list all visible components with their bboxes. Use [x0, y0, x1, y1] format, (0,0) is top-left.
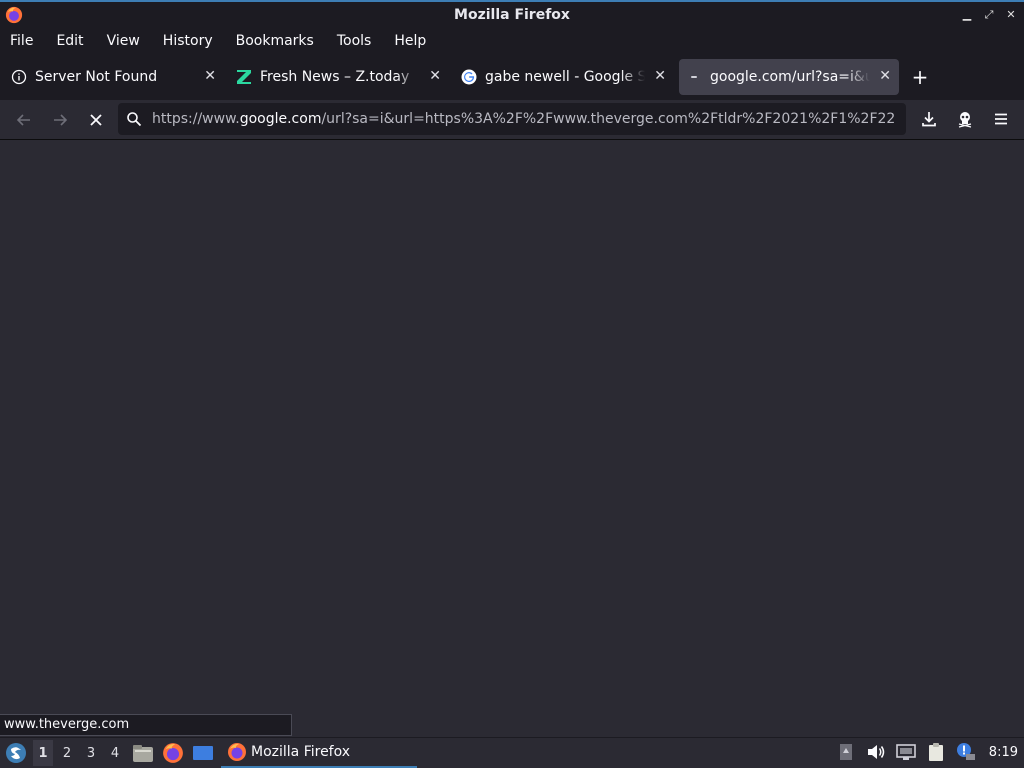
close-window-button[interactable]: ✕: [1004, 8, 1018, 22]
taskbar-window-label: Mozilla Firefox: [251, 744, 351, 760]
close-tab-icon[interactable]: ✕: [879, 68, 891, 84]
minimize-button[interactable]: ▁: [960, 8, 974, 22]
folder-icon: [133, 745, 153, 762]
close-tab-icon[interactable]: ✕: [654, 68, 666, 84]
notification-icon[interactable]: [955, 741, 977, 763]
workspace-1[interactable]: 1: [33, 740, 53, 766]
menu-history[interactable]: History: [163, 33, 213, 49]
tab-label: Server Not Found: [35, 69, 158, 85]
window-titlebar: Mozilla Firefox ▁ ⤢ ✕: [0, 0, 1024, 28]
url-bar[interactable]: https://www.google.com/url?sa=i&url=http…: [118, 103, 906, 135]
tab-label: gabe newell - Google Search: [485, 69, 645, 85]
back-button[interactable]: [8, 104, 40, 136]
extension-button[interactable]: [950, 104, 980, 134]
new-tab-button[interactable]: +: [906, 63, 934, 91]
firefox-icon: [228, 743, 246, 761]
os-taskbar: 1 2 3 4 Mozilla Firefox 8:19: [0, 737, 1024, 768]
navigation-toolbar: https://www.google.com/url?sa=i&url=http…: [0, 100, 1024, 140]
workspace-2[interactable]: 2: [57, 740, 77, 766]
firefox-icon: [163, 743, 183, 763]
volume-icon[interactable]: [865, 741, 887, 763]
loading-dot-icon: [685, 68, 703, 86]
menu-edit[interactable]: Edit: [56, 33, 83, 49]
workspace-4[interactable]: 4: [105, 740, 125, 766]
desktop-launcher[interactable]: [191, 741, 215, 765]
clock: 8:19: [988, 744, 1018, 760]
close-tab-icon[interactable]: ✕: [204, 68, 216, 84]
url-prefix: https://www.: [152, 111, 240, 127]
status-link-tooltip: www.theverge.com: [0, 714, 292, 736]
back-arrow-icon: [16, 113, 30, 126]
url-path: /url?sa=i&url=https%3A%2F%2Fwww.theverge…: [321, 111, 896, 127]
forward-button[interactable]: [44, 104, 76, 136]
distro-logo-icon: [6, 743, 26, 763]
file-manager-launcher[interactable]: [131, 741, 155, 765]
restore-button[interactable]: ⤢: [982, 8, 996, 22]
search-icon: [127, 112, 142, 127]
info-icon: [10, 68, 28, 86]
page-content: [0, 141, 1024, 737]
download-icon: [922, 112, 936, 127]
network-icon[interactable]: [895, 741, 917, 763]
tab-google-search[interactable]: gabe newell - Google Search ✕: [454, 59, 674, 95]
hamburger-menu-icon: [995, 113, 1007, 125]
clipboard-icon[interactable]: [925, 741, 947, 763]
menu-file[interactable]: File: [10, 33, 33, 49]
tray-up-arrow-icon[interactable]: [835, 741, 857, 763]
tab-fresh-news[interactable]: Fresh News – Z.today ✕: [229, 59, 449, 95]
z-today-icon: [235, 68, 253, 86]
google-icon: [460, 68, 478, 86]
app-menu-button[interactable]: [986, 104, 1016, 134]
start-menu-button[interactable]: [3, 740, 29, 766]
window-controls: ▁ ⤢ ✕: [960, 8, 1018, 22]
tab-server-not-found[interactable]: Server Not Found ✕: [4, 59, 224, 95]
taskbar-window-firefox[interactable]: Mozilla Firefox: [221, 739, 417, 768]
system-tray: 8:19: [835, 741, 1020, 763]
menubar: File Edit View History Bookmarks Tools H…: [0, 28, 1024, 54]
window-title: Mozilla Firefox: [454, 7, 570, 23]
tab-label: Fresh News – Z.today: [260, 69, 410, 85]
desktop-icon: [193, 746, 213, 760]
workspace-3[interactable]: 3: [81, 740, 101, 766]
stop-loading-button[interactable]: [80, 104, 112, 136]
stop-x-icon: [90, 113, 102, 126]
menu-help[interactable]: Help: [394, 33, 426, 49]
forward-arrow-icon: [54, 113, 68, 126]
tab-label: google.com/url?sa=i&url=https: [710, 69, 870, 85]
skull-icon: [958, 112, 972, 128]
toolbar-right-buttons: [914, 104, 1016, 134]
firefox-logo-icon: [5, 6, 23, 24]
tab-google-url[interactable]: google.com/url?sa=i&url=https ✕: [679, 59, 899, 95]
url-host: google.com: [239, 111, 322, 127]
close-tab-icon[interactable]: ✕: [429, 68, 441, 84]
menu-view[interactable]: View: [107, 33, 140, 49]
menu-tools[interactable]: Tools: [337, 33, 372, 49]
tab-strip: Server Not Found ✕ Fresh News – Z.today …: [0, 54, 1024, 100]
downloads-button[interactable]: [914, 104, 944, 134]
url-text: https://www.google.com/url?sa=i&url=http…: [152, 111, 896, 127]
menu-bookmarks[interactable]: Bookmarks: [236, 33, 314, 49]
firefox-launcher[interactable]: [161, 741, 185, 765]
